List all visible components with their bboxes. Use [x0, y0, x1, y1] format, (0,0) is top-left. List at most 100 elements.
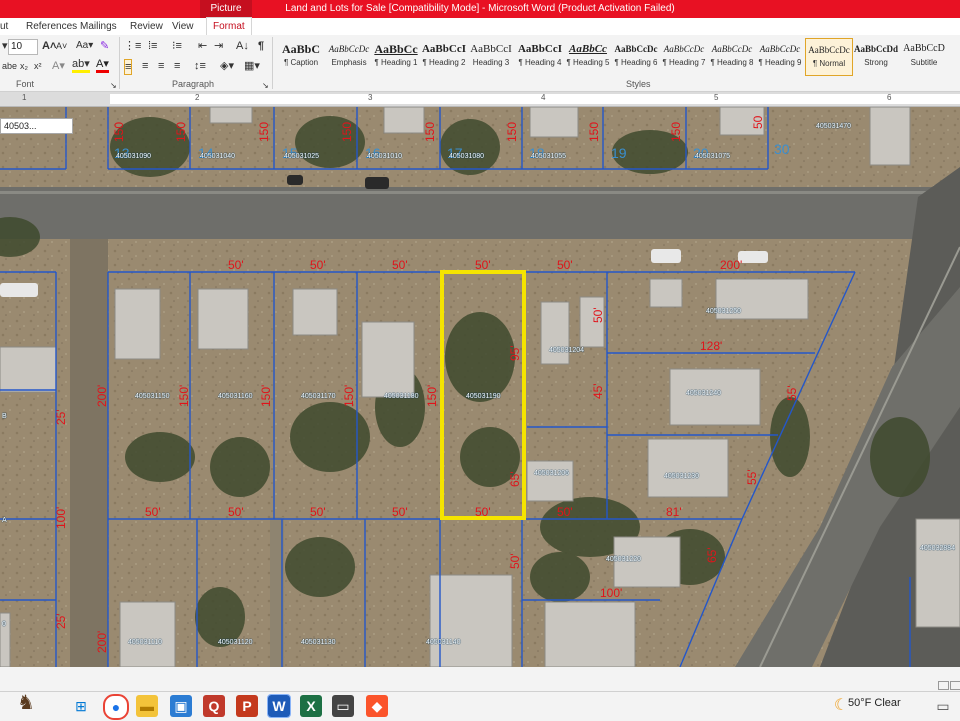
view-mode-icon[interactable] [938, 681, 949, 690]
style-caption[interactable]: AaBbC ¶ Caption [278, 38, 324, 74]
tab-references[interactable]: References [26, 18, 77, 35]
shrink-font-icon[interactable]: A˅ [56, 39, 67, 53]
dimension-label: 50' [508, 553, 522, 569]
strikethrough-icon[interactable]: abe [2, 59, 17, 73]
style-heading-4[interactable]: AaBbCcI ¶ Heading 4 [517, 38, 563, 74]
tab-review[interactable]: Review [130, 18, 163, 35]
parcel-label: 405031470 [816, 123, 852, 130]
shading-icon[interactable]: ◈▾ [220, 59, 234, 73]
parcel-letter: A [2, 517, 7, 524]
borders-icon[interactable]: ▦▾ [244, 59, 260, 73]
dimension-label: 50' [228, 258, 244, 272]
dimension-label: 50' [392, 505, 408, 519]
ruler-number: 5 [714, 93, 719, 102]
brave-browser-icon[interactable]: ◆ [366, 695, 388, 717]
name-box-label: 40503... [0, 118, 73, 134]
separator [119, 37, 120, 89]
parcel-label: 405031080 [449, 153, 485, 160]
view-mode-icon[interactable] [950, 681, 960, 690]
parcel-label: 405031110 [128, 639, 162, 646]
text-effects-icon[interactable]: A▾ [52, 59, 65, 73]
parcel-label: 405031150 [135, 393, 170, 400]
parcel-label: 405032884 [920, 545, 956, 552]
dimension-label: 25' [54, 613, 68, 629]
clear-formatting-icon[interactable]: ✎ [100, 39, 109, 53]
show-marks-icon[interactable]: ¶ [258, 39, 264, 53]
multilevel-list-icon[interactable]: ⁝≡ [172, 39, 182, 53]
start-icon[interactable]: ⊞ [70, 695, 92, 717]
style-strong[interactable]: AaBbCcDd Strong [853, 38, 899, 74]
dimension-label: 55' [745, 469, 759, 485]
file-explorer-icon[interactable]: ▬ [136, 695, 158, 717]
parcel-label: 405031240 [686, 390, 722, 397]
dimension-label: 150 [257, 121, 271, 142]
chrome-icon[interactable]: ● [103, 694, 129, 720]
font-name-dropdown-icon[interactable]: ▾ [2, 39, 8, 53]
photos-icon[interactable]: ▣ [170, 695, 192, 717]
style-heading-3[interactable]: AaBbCcI Heading 3 [468, 38, 514, 74]
parcel-label: 405031190 [466, 393, 501, 400]
system-tray-icon[interactable]: ▭ [932, 695, 954, 717]
increase-indent-icon[interactable]: ⇥ [214, 39, 223, 53]
style-subtitle[interactable]: AaBbCcD Subtitle [901, 38, 947, 74]
highlight-icon[interactable]: ab▾ [72, 59, 90, 73]
weather-text[interactable]: 50°F Clear [848, 697, 901, 709]
font-color-icon[interactable]: A▾ [96, 59, 109, 73]
parcel-label: 405031170 [301, 393, 336, 400]
decrease-indent-icon[interactable]: ⇤ [198, 39, 207, 53]
excel-icon[interactable]: X [300, 695, 322, 717]
dimension-label: 200' [95, 630, 109, 653]
dimension-label: 150' [177, 384, 191, 407]
bullets-icon[interactable]: ⋮≡ [124, 39, 141, 53]
justify-icon[interactable]: ≡ [174, 59, 180, 73]
document-area[interactable]: 40503... 13 14 15 16 17 18 19 20 30 4050… [0, 107, 960, 667]
line-spacing-icon[interactable]: ↕≡ [194, 59, 206, 73]
aerial-plat-map-image[interactable] [0, 107, 960, 667]
dimension-label: 50 [751, 115, 765, 129]
align-right-icon[interactable]: ≡ [158, 59, 164, 73]
dimension-label: 50' [557, 505, 573, 519]
dimension-label: 50' [310, 505, 326, 519]
style-heading-7[interactable]: AaBbCcDc ¶ Heading 7 [661, 38, 707, 74]
dimension-label: 128' [700, 339, 723, 353]
status-bar [0, 667, 960, 691]
style-heading-1[interactable]: AaBbCc ¶ Heading 1 [373, 38, 419, 74]
paragraph-dialog-launcher-icon[interactable]: ↘ [262, 79, 269, 93]
parcel-label: 405031230 [664, 473, 700, 480]
style-heading-2[interactable]: AaBbCcI ¶ Heading 2 [421, 38, 467, 74]
dimension-label: 55' [785, 385, 799, 401]
tab-view[interactable]: View [172, 18, 194, 35]
subscript-icon[interactable]: x₂ [20, 59, 28, 73]
powerpoint-icon[interactable]: P [236, 695, 258, 717]
align-left-icon[interactable]: ≡ [124, 59, 133, 75]
grow-font-icon[interactable]: A˄ [42, 39, 56, 53]
style-heading-8[interactable]: AaBbCcDc ¶ Heading 8 [709, 38, 755, 74]
window-title: Land and Lots for Sale [Compatibility Mo… [285, 3, 675, 14]
ruler-number: 3 [368, 93, 373, 102]
align-center-icon[interactable]: ≡ [142, 59, 148, 73]
tab-mailings[interactable]: Mailings [80, 18, 117, 35]
dimension-label: 100' [54, 506, 68, 529]
style-heading-5[interactable]: AaBbCc ¶ Heading 5 [565, 38, 611, 74]
quickbooks-icon[interactable]: Q [203, 695, 225, 717]
font-dialog-launcher-icon[interactable]: ↘ [110, 79, 117, 93]
numbering-icon[interactable]: ⁞≡ [148, 39, 157, 53]
font-size-field[interactable]: 10 [8, 39, 38, 55]
widgets-yak-icon[interactable]: ♞ [15, 692, 37, 714]
word-icon[interactable]: W [267, 694, 291, 718]
tab-layout[interactable]: ut [0, 18, 8, 35]
superscript-icon[interactable]: x² [34, 59, 42, 73]
style-emphasis[interactable]: AaBbCcDc Emphasis [326, 38, 372, 74]
dimension-label: 50' [475, 258, 491, 272]
horizontal-ruler[interactable]: 1 2 3 4 5 6 [0, 92, 960, 107]
style-heading-9[interactable]: AaBbCcDc ¶ Heading 9 [757, 38, 803, 74]
lot-number: 30 [774, 141, 790, 157]
change-case-icon[interactable]: Aa▾ [76, 39, 93, 53]
car-app-icon[interactable]: ▭ [332, 695, 354, 717]
style-normal[interactable]: AaBbCcDc ¶ Normal [805, 38, 853, 76]
tab-format[interactable]: Format [206, 17, 252, 35]
styles-group-label: Styles [626, 79, 651, 89]
dimension-label: 65' [705, 547, 719, 563]
style-heading-6[interactable]: AaBbCcDc ¶ Heading 6 [613, 38, 659, 74]
sort-icon[interactable]: A↓ [236, 39, 249, 53]
